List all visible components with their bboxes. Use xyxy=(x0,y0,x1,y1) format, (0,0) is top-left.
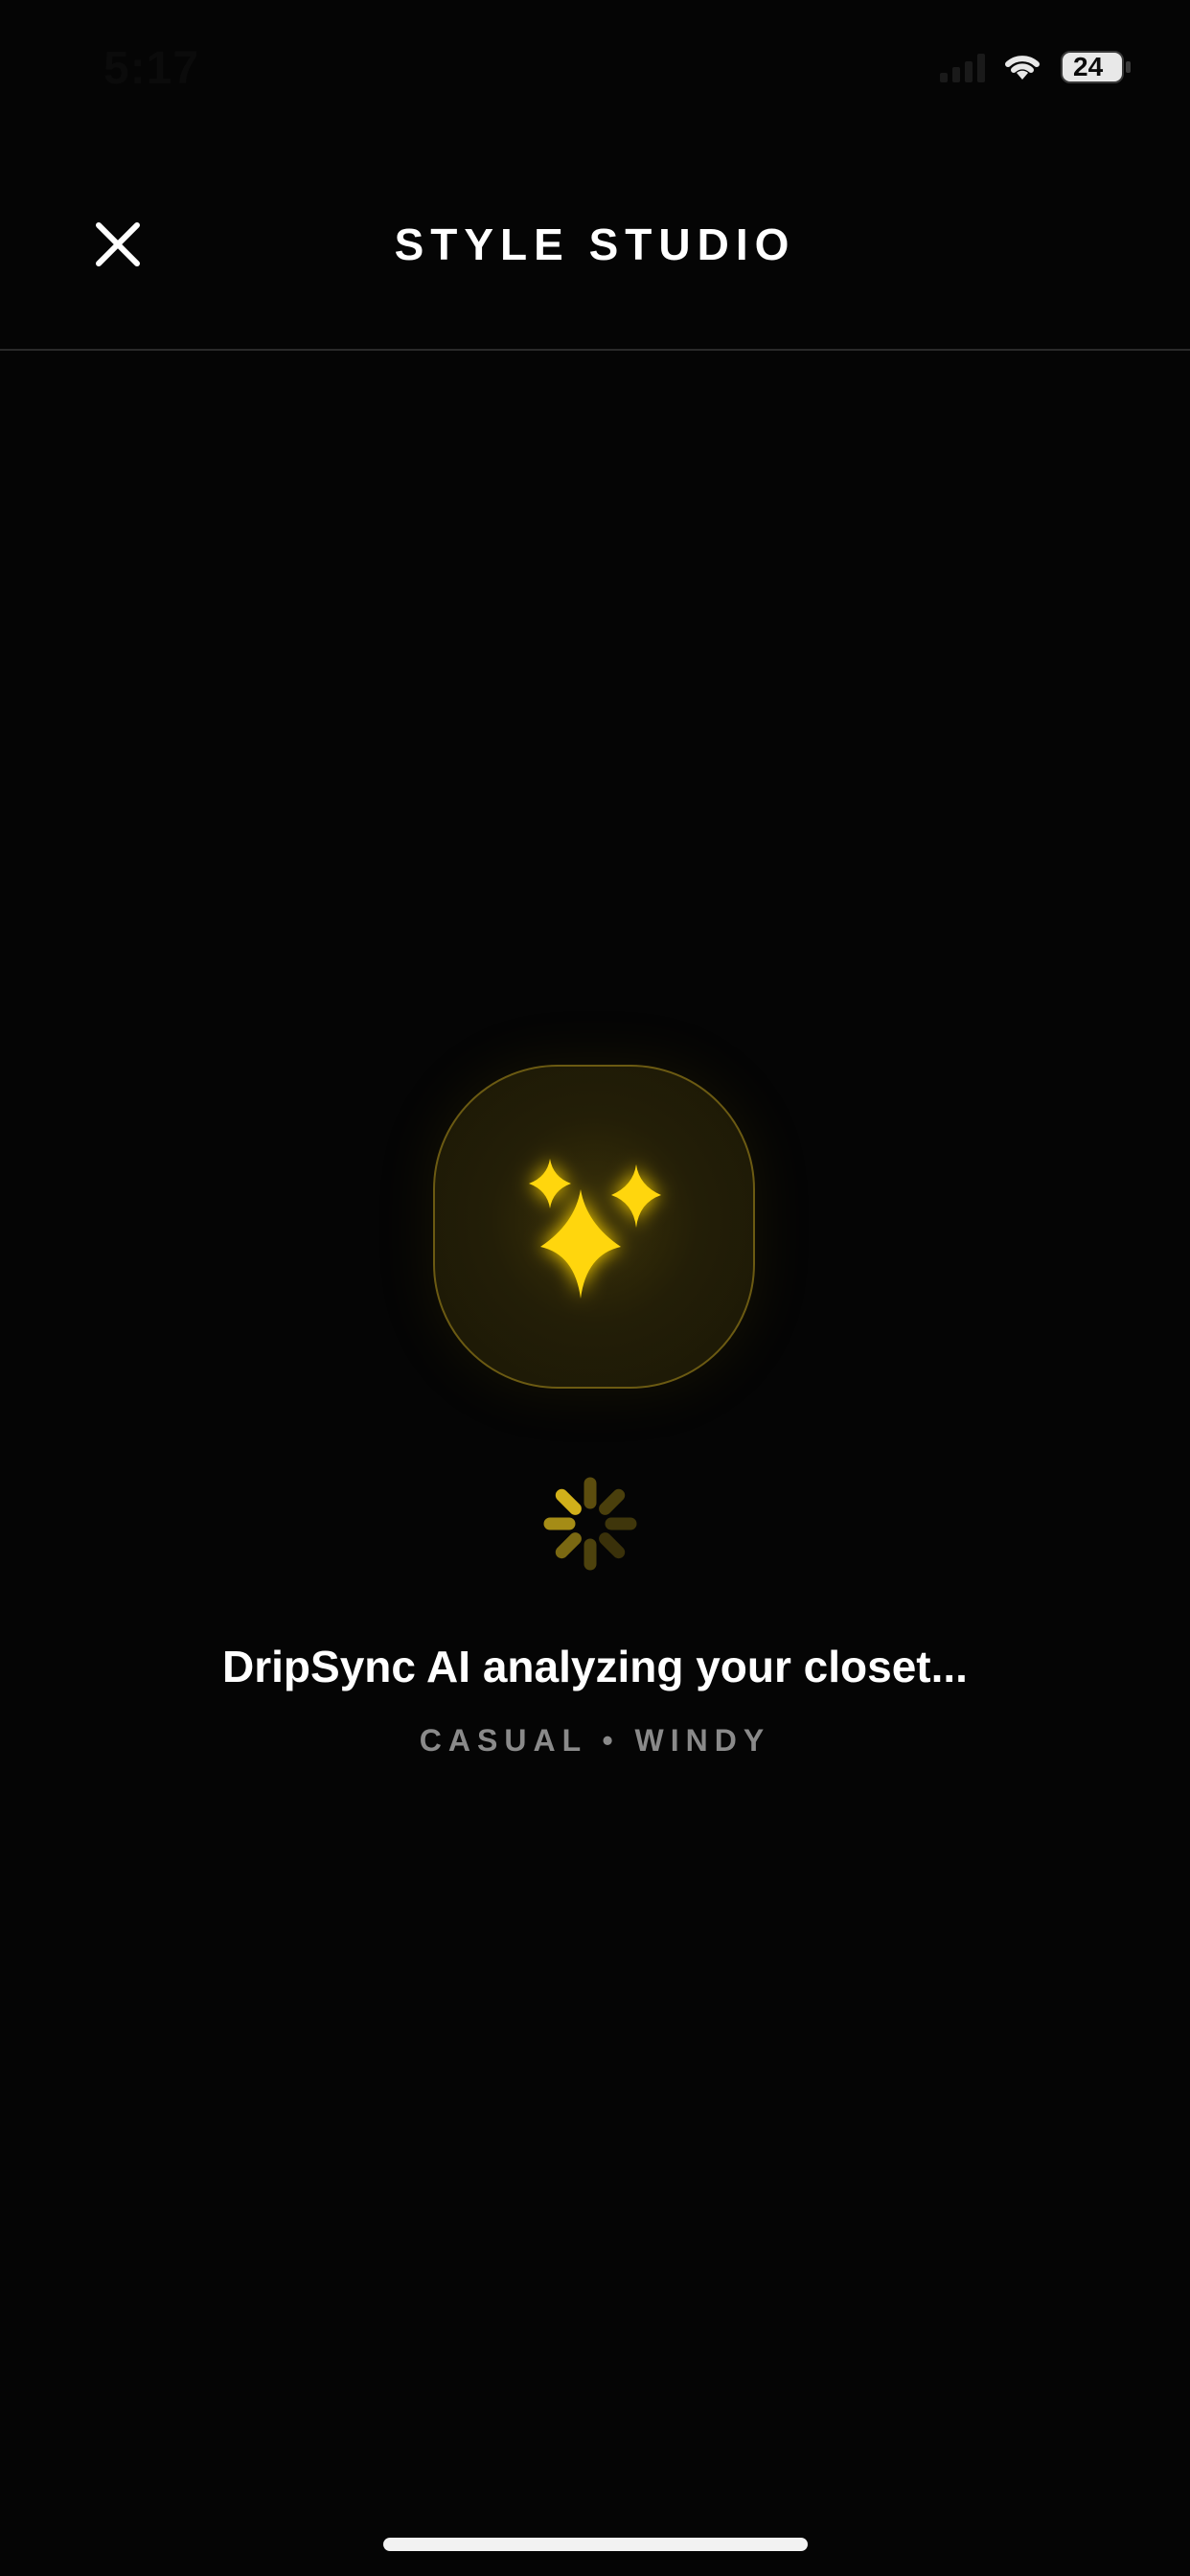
style-context-tags: CASUAL • WINDY xyxy=(419,1723,771,1758)
sparkle-tile xyxy=(433,1065,755,1389)
activity-spinner-icon xyxy=(540,1474,640,1574)
home-indicator[interactable] xyxy=(383,2538,808,2551)
loading-message: DripSync AI analyzing your closet... xyxy=(222,1642,968,1691)
loading-state: DripSync AI analyzing your closet... CAS… xyxy=(0,0,1190,2576)
sparkles-icon xyxy=(529,1159,661,1299)
